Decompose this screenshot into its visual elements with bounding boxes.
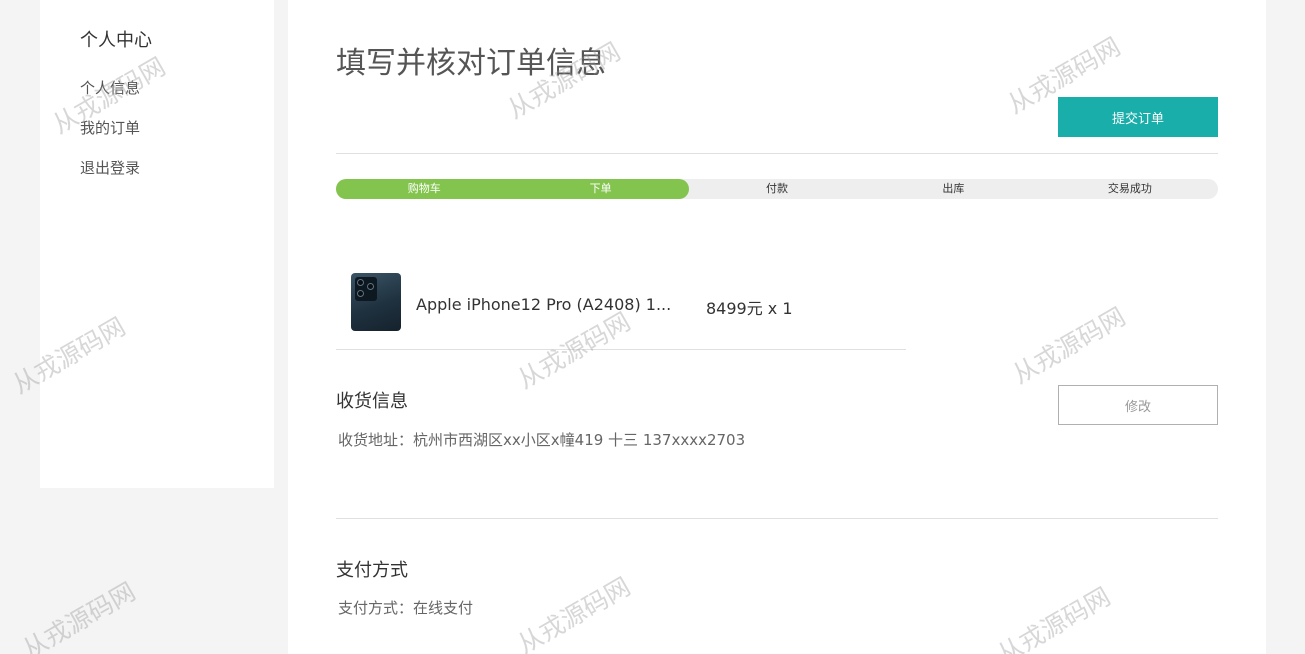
main-panel: 填写并核对订单信息 提交订单 购物车 下单 付款 出库 交易成功 Apple i… — [288, 0, 1266, 654]
page-title: 填写并核对订单信息 — [336, 46, 606, 81]
progress-step-order: 下单 — [589, 182, 612, 195]
sidebar-item-orders[interactable]: 我的订单 — [80, 108, 274, 148]
divider — [336, 153, 1218, 154]
progress-steps: 购物车 下单 付款 出库 交易成功 — [336, 179, 1218, 199]
order-item: Apple iPhone12 Pro (A2408) 1... 8499元 x … — [336, 273, 906, 333]
submit-order-button[interactable]: 提交订单 — [1058, 97, 1218, 137]
watermark: 从戎源码网 — [17, 576, 141, 654]
payment-method-value: 在线支付 — [413, 599, 474, 617]
product-name: Apple iPhone12 Pro (A2408) 1... — [416, 295, 672, 314]
divider — [336, 349, 906, 350]
address-value: 杭州市西湖区xx小区x幢419 十三 137xxxx2703 — [413, 431, 746, 449]
payment-method: 支付方式：在线支付 — [338, 597, 473, 618]
progress-step-payment: 付款 — [766, 182, 789, 195]
divider — [336, 518, 1218, 519]
shipping-address: 收货地址：杭州市西湖区xx小区x幢419 十三 137xxxx2703 — [338, 429, 745, 450]
progress-step-cart: 购物车 — [407, 182, 441, 195]
payment-section-title: 支付方式 — [336, 560, 408, 581]
payment-method-label: 支付方式： — [338, 599, 414, 617]
shipping-section-title: 收货信息 — [336, 391, 408, 412]
sidebar-item-logout[interactable]: 退出登录 — [80, 148, 274, 188]
sidebar-title: 个人中心 — [80, 30, 152, 51]
sidebar-item-profile[interactable]: 个人信息 — [80, 68, 274, 108]
progress-step-complete: 交易成功 — [1107, 182, 1152, 195]
edit-address-button[interactable]: 修改 — [1058, 385, 1218, 425]
sidebar: 个人中心 个人信息 我的订单 退出登录 — [40, 0, 274, 488]
iphone-product-image — [351, 273, 401, 331]
order-progress-bar: 购物车 下单 付款 出库 交易成功 — [336, 179, 1218, 199]
address-label: 收货地址： — [338, 431, 414, 449]
progress-step-shipping: 出库 — [942, 182, 965, 195]
product-price: 8499元 x 1 — [706, 299, 793, 318]
